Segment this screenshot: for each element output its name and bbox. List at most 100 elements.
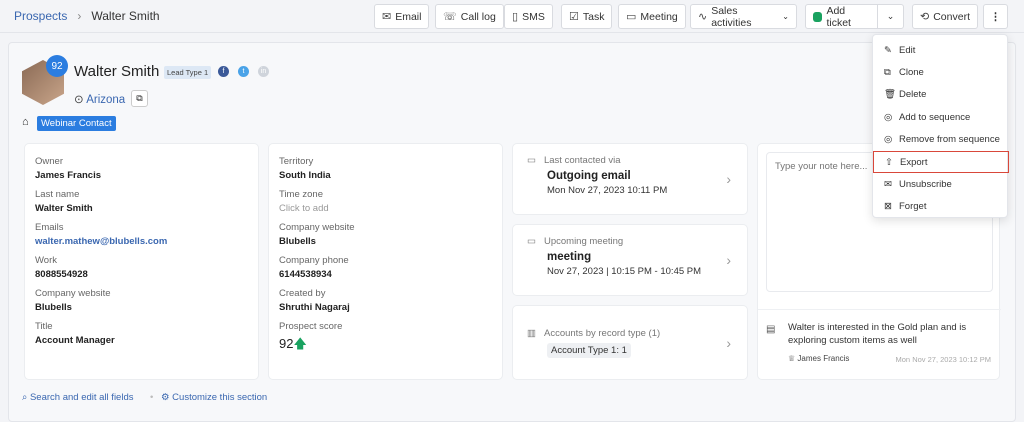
- lead-type-badge: Lead Type 1: [164, 66, 212, 79]
- prospect-name: Walter Smith: [74, 63, 160, 80]
- building-icon: ▥: [527, 328, 536, 339]
- facebook-icon[interactable]: f: [218, 66, 229, 77]
- search-icon: ⌕: [22, 392, 28, 403]
- breadcrumb: Prospects › Walter Smith: [14, 9, 160, 23]
- field-label: Work: [35, 255, 57, 266]
- export-icon: ⇧: [885, 156, 893, 168]
- location-label: Arizona: [86, 94, 126, 106]
- menu-item-label: Delete: [899, 89, 927, 101]
- menu-item-label: Forget: [899, 201, 927, 213]
- task-button[interactable]: ☑ Task: [561, 4, 613, 29]
- convert-label: Convert: [933, 10, 970, 23]
- menu-item-label: Clone: [899, 67, 924, 79]
- last-contacted-card[interactable]: ▭ Last contacted via Outgoing email Mon N…: [512, 143, 748, 215]
- field-label: Company website: [279, 222, 355, 233]
- field-value: Blubells: [35, 302, 72, 313]
- sms-button[interactable]: ▯ SMS: [504, 4, 553, 29]
- menu-item-edit[interactable]: ✎ Edit: [873, 39, 1007, 61]
- more-options-button[interactable]: ⋮: [983, 4, 1008, 29]
- search-edit-fields-link[interactable]: ⌕ Search and edit all fields: [22, 392, 133, 403]
- menu-item-forget[interactable]: ⊠ Forget: [873, 196, 1007, 218]
- fields-card-right: Territory South India Time zone Click to ad…: [268, 143, 503, 380]
- field-value: Shruthi Nagaraj: [279, 302, 350, 313]
- upcoming-time: Nov 27, 2023 | 10:15 PM - 10:45 PM: [547, 266, 702, 277]
- tag-icon: ⌂: [22, 116, 29, 128]
- menu-item-remove-from-sequence[interactable]: ◎ Remove from sequence: [873, 129, 1007, 151]
- tag-chip[interactable]: Webinar Contact: [37, 116, 116, 131]
- divider-dot: •: [150, 392, 154, 403]
- chat-icon: ▭: [527, 155, 536, 166]
- breadcrumb-current: Walter Smith: [91, 9, 160, 23]
- prospect-score-value: 92: [279, 336, 294, 351]
- score-badge: 92: [46, 55, 68, 77]
- menu-item-delete[interactable]: 🗑 Delete: [873, 84, 1007, 106]
- field-label: Company website: [35, 288, 111, 299]
- email-button[interactable]: ✉ Email: [374, 4, 430, 29]
- field-value: James Francis: [35, 170, 102, 181]
- add-ticket-dropdown[interactable]: ⌄: [877, 4, 904, 29]
- note-author: ♕ James Francis: [788, 354, 849, 363]
- field-label: Owner: [35, 156, 63, 167]
- menu-item-label: Remove from sequence: [899, 134, 1000, 146]
- sms-icon: ▯: [512, 11, 519, 23]
- customize-label: Customize this section: [172, 392, 268, 403]
- envelope-icon: ✉: [382, 11, 392, 23]
- menu-item-add-to-sequence[interactable]: ◎ Add to sequence: [873, 106, 1007, 128]
- customize-section-link[interactable]: ⚙ Customize this section: [161, 392, 267, 403]
- breadcrumb-prospects[interactable]: Prospects: [14, 9, 67, 23]
- field-label: Company phone: [279, 255, 349, 266]
- remove-from-sequence-icon: ◎: [884, 134, 893, 146]
- upcoming-title: meeting: [547, 251, 592, 263]
- field-value: Blubells: [279, 236, 316, 247]
- last-contacted-time: Mon Nov 27, 2023 10:11 PM: [547, 185, 668, 196]
- field-value: 6144538934: [279, 269, 332, 280]
- field-value[interactable]: Click to add: [279, 203, 492, 214]
- field-label: Created by: [279, 288, 326, 299]
- field-label: Title: [35, 321, 53, 332]
- add-ticket-label: Add ticket: [826, 4, 851, 29]
- phone-icon: ☏: [443, 11, 457, 23]
- field-value: Account Manager: [35, 335, 115, 346]
- calendar-icon: ▭: [626, 11, 637, 23]
- field-value: 92🡅: [279, 335, 492, 357]
- field-value: Walter Smith: [35, 203, 93, 214]
- task-label: Task: [582, 10, 605, 23]
- call-log-button[interactable]: ☏ Call log: [435, 4, 504, 29]
- menu-item-export[interactable]: ⇧ Export: [873, 150, 1009, 174]
- field-label: Time zone: [279, 189, 323, 200]
- unsubscribe-icon: ✉: [884, 179, 892, 191]
- field-value[interactable]: walter.mathew@blubells.com: [35, 236, 248, 247]
- location[interactable]: ⊙ Arizona: [74, 92, 125, 106]
- copy-icon[interactable]: ⧉: [131, 90, 148, 107]
- search-edit-label: Search and edit all fields: [29, 392, 134, 403]
- field-label: Emails: [35, 222, 64, 233]
- field-value: South India: [279, 170, 331, 181]
- calendar-icon: ▭: [527, 236, 536, 247]
- kebab-icon: ⋮: [990, 10, 1001, 23]
- add-ticket-button[interactable]: Add ticket: [805, 4, 878, 29]
- menu-item-clone[interactable]: ⧉ Clone: [873, 61, 1007, 83]
- arrow-up-icon: 🡅: [293, 336, 307, 351]
- chevron-right-icon: ›: [726, 252, 731, 268]
- location-pin-icon: ⊙: [74, 94, 84, 106]
- note-time: Mon Nov 27, 2023 10:12 PM: [895, 355, 991, 364]
- accounts-card[interactable]: ▥ Accounts by record type (1) Account Typ…: [512, 305, 748, 380]
- menu-item-unsubscribe[interactable]: ✉ Unsubscribe: [873, 173, 1007, 195]
- account-type-chip: Account Type 1: 1: [547, 343, 631, 358]
- meeting-button[interactable]: ▭ Meeting: [618, 4, 686, 29]
- convert-button[interactable]: ⟲ Convert: [912, 4, 978, 29]
- call-log-label: Call log: [460, 10, 496, 23]
- linkedin-icon[interactable]: in: [258, 66, 269, 77]
- meeting-label: Meeting: [640, 10, 678, 23]
- ticket-icon: [813, 11, 823, 22]
- sales-activities-dropdown[interactable]: ∿ Sales activities ⌄: [690, 4, 797, 29]
- crown-icon: ♕: [788, 354, 796, 363]
- twitter-icon[interactable]: t: [238, 66, 249, 77]
- edit-icon: ✎: [884, 44, 892, 56]
- chevron-down-icon: ⌄: [782, 12, 789, 21]
- upcoming-meeting-card[interactable]: ▭ Upcoming meeting meeting Nov 27, 2023 |…: [512, 224, 748, 296]
- last-contacted-label: Last contacted via: [543, 155, 621, 166]
- menu-item-label: Unsubscribe: [899, 179, 952, 191]
- clone-icon: ⧉: [884, 67, 891, 79]
- upcoming-label: Upcoming meeting: [543, 236, 624, 247]
